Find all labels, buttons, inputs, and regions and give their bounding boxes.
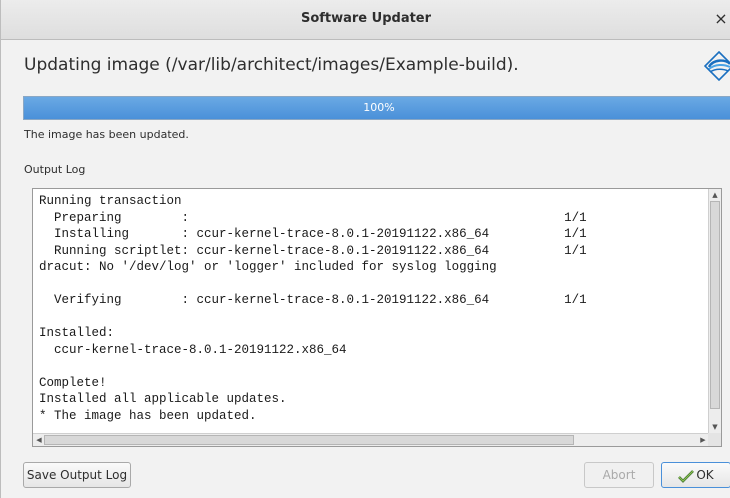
page-title: Updating image (/var/lib/architect/image… (24, 55, 519, 75)
check-icon (678, 469, 695, 483)
horizontal-scroll-thumb[interactable] (44, 435, 574, 445)
scroll-down-icon[interactable]: ▼ (710, 422, 720, 432)
save-output-log-button[interactable]: Save Output Log (23, 462, 131, 488)
output-log-label: Output Log (24, 163, 86, 176)
progress-bar: 100% (23, 96, 730, 120)
title-bar[interactable]: Software Updater × (1, 0, 730, 40)
abort-button[interactable]: Abort (584, 462, 654, 488)
software-updater-window: Software Updater × Updating image (/var/… (0, 0, 730, 498)
scrollbar-corner (708, 433, 721, 446)
app-logo-icon (704, 51, 730, 81)
vertical-scrollbar[interactable]: ▲ ▼ (708, 189, 721, 433)
vertical-scroll-thumb[interactable] (710, 201, 720, 409)
scroll-left-icon[interactable]: ◀ (34, 435, 44, 445)
close-icon[interactable]: × (713, 9, 729, 29)
ok-button-label: OK (696, 468, 714, 482)
status-message: The image has been updated. (24, 128, 189, 141)
progress-label: 100% (363, 101, 395, 114)
scroll-right-icon[interactable]: ▶ (698, 435, 708, 445)
scroll-up-icon[interactable]: ▲ (710, 190, 720, 200)
window-title: Software Updater (300, 11, 432, 26)
output-log-area[interactable]: Running transaction Preparing : 1/1 Inst… (32, 188, 722, 447)
horizontal-scrollbar[interactable]: ◀ ▶ (33, 433, 709, 446)
output-log-text: Running transaction Preparing : 1/1 Inst… (39, 194, 587, 423)
ok-button[interactable]: OK (661, 462, 730, 488)
